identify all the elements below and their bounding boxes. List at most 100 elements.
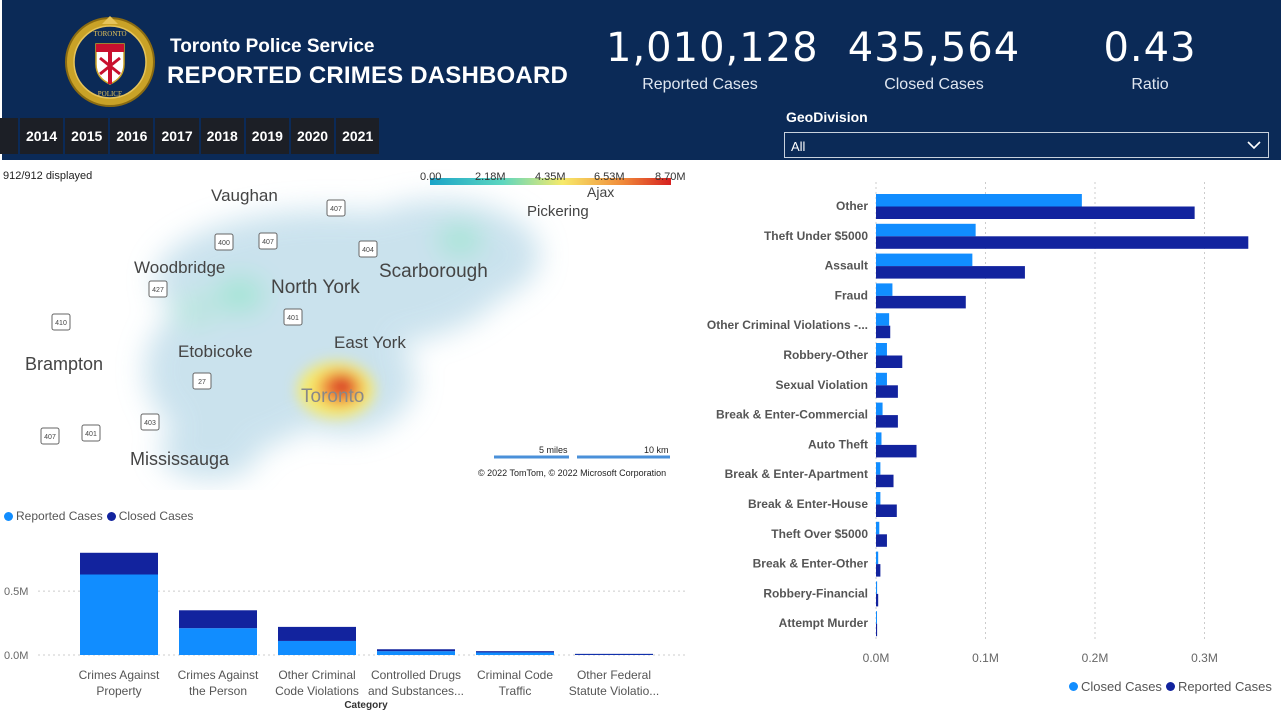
y-tick-label: Assault	[825, 259, 868, 273]
bar-reported-cases[interactable]	[876, 325, 891, 339]
year-button-2021[interactable]: 2021	[336, 118, 380, 154]
map-city-label: Scarborough	[379, 261, 488, 282]
bar-reported-cases[interactable]	[876, 593, 879, 607]
bar-reported-cases[interactable]	[876, 206, 1195, 220]
chart-legend: Closed Cases Reported Cases	[1069, 679, 1276, 694]
year-button-2014[interactable]: 2014	[20, 118, 64, 154]
bar-reported-cases[interactable]	[876, 266, 1025, 279]
bar-reported-cases[interactable]	[876, 474, 894, 488]
y-tick-label: Other Criminal Violations -...	[707, 318, 868, 332]
bar-closed-cases[interactable]	[876, 611, 877, 624]
year-button-2019[interactable]: 2019	[245, 118, 289, 154]
legend-item[interactable]: Reported Cases	[1165, 679, 1272, 694]
bar-closed-cases[interactable]	[876, 343, 887, 356]
x-tick-label: the Person	[189, 684, 247, 698]
year-button-2017[interactable]: 2017	[155, 118, 199, 154]
bar-closed-cases[interactable]	[876, 283, 893, 296]
bar-closed-cases[interactable]	[876, 432, 882, 445]
year-button-2018[interactable]: 2018	[200, 118, 244, 154]
year-button-2020[interactable]: 2020	[290, 118, 335, 154]
map-city-label: Brampton	[25, 354, 104, 374]
x-tick-label: 0.2M	[1082, 651, 1109, 665]
bar-closed-cases[interactable]	[876, 581, 878, 594]
crime-heat-map[interactable]: 0.00 2.18M 4.35M 6.53M 8.70M 407 400 407…	[0, 160, 698, 490]
bar-reported-cases[interactable]	[876, 415, 898, 428]
police-crest-logo: TORONTO POLICE	[65, 16, 155, 107]
kpi-label: Closed Cases	[884, 76, 984, 93]
highway-shield: 403	[140, 413, 160, 431]
bar-closed-cases[interactable]	[876, 462, 881, 475]
bar-closed-cases[interactable]	[278, 626, 356, 641]
bar-reported-cases[interactable]	[876, 385, 898, 398]
y-tick-label: Robbery-Financial	[763, 586, 868, 600]
bar-reported-cases[interactable]	[876, 295, 966, 309]
svg-text:407: 407	[44, 434, 56, 441]
legend-dot	[1069, 682, 1078, 691]
bar-reported-cases[interactable]	[377, 651, 455, 655]
y-tick-label: Break & Enter-Commercial	[716, 408, 868, 422]
bar-closed-cases[interactable]	[876, 551, 879, 565]
bar-reported-cases[interactable]	[876, 236, 1249, 249]
bar-reported-cases[interactable]	[876, 504, 897, 518]
svg-text:410: 410	[55, 320, 67, 327]
map-city-label: Pickering	[527, 203, 589, 220]
geodivision-dropdown[interactable]: All	[784, 132, 1269, 158]
map-city-label: North York	[271, 277, 360, 298]
bar-reported-cases[interactable]	[179, 628, 257, 655]
bar-reported-cases[interactable]	[80, 574, 158, 656]
bar-closed-cases[interactable]	[876, 313, 890, 326]
bar-closed-cases[interactable]	[377, 649, 455, 652]
scale-tick: 4.35M	[535, 171, 566, 183]
bar-reported-cases[interactable]	[876, 564, 881, 577]
x-tick-label: Other Federal	[577, 668, 651, 682]
bar-closed-cases[interactable]	[876, 253, 973, 267]
kpi-label: Reported Cases	[642, 76, 758, 93]
y-tick-label: Fraud	[835, 288, 868, 302]
scale-tick: 8.70M	[655, 171, 686, 183]
kpi-label: Ratio	[1131, 76, 1169, 93]
year-button-2015[interactable]: 2015	[65, 118, 109, 154]
year-button-2016[interactable]: 2016	[110, 118, 154, 154]
legend-item[interactable]: Closed Cases	[1069, 679, 1162, 694]
bar-closed-cases[interactable]	[876, 223, 976, 237]
y-tick-label: 0.5M	[4, 586, 28, 598]
dashboard-header: TORONTO POLICE Toronto Police Service RE…	[0, 0, 1281, 160]
map-canvas: 0.00 2.18M 4.35M 6.53M 8.70M 407 400 407…	[40, 171, 686, 480]
map-city-label: Vaughan	[211, 186, 278, 205]
x-tick-label: and Substances...	[368, 684, 464, 698]
bar-reported-cases[interactable]	[876, 444, 917, 458]
bar-closed-cases[interactable]	[575, 653, 653, 655]
scale-tick: 6.53M	[594, 171, 625, 183]
y-tick-label: Sexual Violation	[776, 378, 868, 392]
bar-closed-cases[interactable]	[80, 552, 158, 575]
kpi-reported-cases: 1,010,128 Reported Cases	[606, 26, 818, 94]
kpi-value: 435,564	[847, 25, 1021, 71]
map-city-label: Toronto	[301, 386, 365, 407]
bar-closed-cases[interactable]	[876, 521, 880, 535]
x-tick-label: Other Criminal	[278, 668, 355, 682]
bar-closed-cases[interactable]	[876, 194, 1082, 207]
y-tick-label: Attempt Murder	[779, 616, 869, 630]
svg-text:401: 401	[287, 315, 299, 322]
scale-tick: 0.00	[420, 171, 441, 183]
bar-closed-cases[interactable]	[179, 610, 257, 629]
map-city-label: Mississauga	[130, 449, 230, 469]
bar-reported-cases[interactable]	[476, 652, 554, 655]
bar-closed-cases[interactable]	[476, 651, 554, 653]
bar-closed-cases[interactable]	[876, 402, 883, 416]
logo-text-top: TORONTO	[93, 30, 126, 38]
svg-text:400: 400	[218, 240, 230, 247]
bar-reported-cases[interactable]	[278, 640, 356, 655]
bar-reported-cases[interactable]	[876, 534, 887, 547]
bar-closed-cases[interactable]	[876, 372, 887, 386]
map-city-label: Ajax	[587, 184, 615, 200]
svg-text:407: 407	[330, 206, 342, 213]
map-displayed-count: 912/912 displayed	[3, 170, 93, 182]
y-tick-label: Theft Under $5000	[764, 229, 868, 243]
bar-reported-cases[interactable]	[876, 623, 878, 637]
x-tick-label: Crimes Against	[178, 668, 259, 682]
bar-closed-cases[interactable]	[876, 492, 881, 505]
scale-label-km: 10 km	[644, 445, 669, 455]
highway-shield: 410	[51, 313, 71, 331]
bar-reported-cases[interactable]	[876, 355, 903, 369]
